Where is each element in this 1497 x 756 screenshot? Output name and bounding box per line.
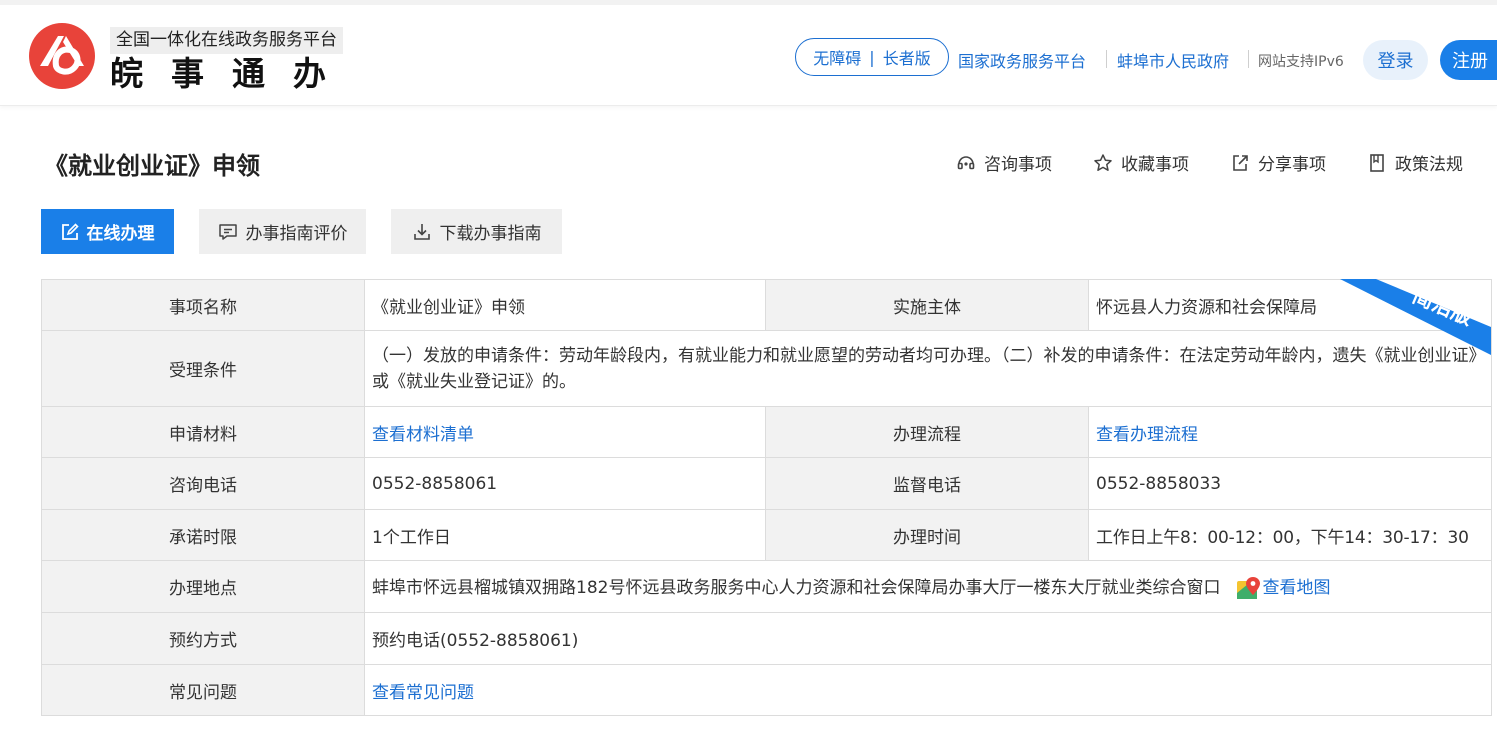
star-icon: [1094, 153, 1112, 171]
edit-icon: [61, 222, 79, 240]
evaluate-guide-button[interactable]: 办事指南评价: [199, 209, 366, 254]
policy-action[interactable]: 政策法规: [1367, 150, 1463, 175]
share-label: 分享事项: [1258, 155, 1326, 175]
table-row: 申请材料 查看材料清单 办理流程 查看办理流程: [41, 406, 1492, 458]
table-row: 咨询电话 0552-8858061 监督电话 0552-8858033: [41, 457, 1492, 510]
subject-label: 实施主体: [765, 279, 1089, 331]
comment-icon: [218, 223, 237, 240]
map-pin-icon[interactable]: [1236, 575, 1262, 601]
table-row: 常见问题 查看常见问题: [41, 664, 1492, 716]
favorite-label: 收藏事项: [1121, 155, 1189, 175]
table-row: 事项名称 《就业创业证》申领 实施主体 怀远县人力资源和社会保障局: [41, 279, 1492, 331]
consult-label: 咨询事项: [984, 155, 1052, 175]
accessibility-link[interactable]: 无障碍: [813, 45, 861, 69]
logo-icon[interactable]: [28, 22, 96, 90]
promise-label: 承诺时限: [41, 509, 365, 561]
brand-name: 皖事通办: [110, 54, 354, 93]
city-government-link[interactable]: 蚌埠市人民政府: [1117, 48, 1229, 72]
table-row: 办理地点 蚌埠市怀远县榴城镇双拥路182号怀远县政务服务中心人力资源和社会保障局…: [41, 560, 1492, 613]
ipv6-notice: 网站支持IPv6: [1258, 54, 1344, 70]
book-icon: [1370, 153, 1384, 172]
materials-label: 申请材料: [41, 406, 365, 458]
policy-label: 政策法规: [1395, 155, 1463, 175]
consult-phone-label: 咨询电话: [41, 457, 365, 510]
site-header: 全国一体化在线政务服务平台 皖事通办 无障碍 | 长者版 国家政务服务平台 蚌埠…: [0, 0, 1497, 106]
faq-label: 常见问题: [41, 664, 365, 716]
share-icon: [1233, 154, 1248, 171]
online-apply-button[interactable]: 在线办理: [41, 209, 174, 254]
download-guide-label: 下载办事指南: [439, 224, 542, 244]
materials-link[interactable]: 查看材料清单: [372, 425, 474, 445]
hours-value: 工作日上午8：00-12：00，下午14：30-17：30: [1088, 509, 1492, 561]
item-name-label: 事项名称: [41, 279, 365, 331]
page-title: 《就业创业证》申领: [44, 152, 260, 180]
supervise-phone-value: 0552-8858033: [1088, 457, 1492, 510]
online-apply-label: 在线办理: [86, 224, 155, 244]
accessibility-switch: 无障碍 | 长者版: [795, 38, 949, 76]
favorite-action[interactable]: 收藏事项: [1093, 150, 1189, 175]
subject-value: 怀远县人力资源和社会保障局: [1088, 279, 1492, 331]
table-row: 预约方式 预约电话(0552-8858061): [41, 612, 1492, 665]
location-label: 办理地点: [41, 560, 365, 613]
register-button[interactable]: 注册: [1440, 40, 1497, 80]
promise-value: 1个工作日: [364, 509, 766, 561]
consult-action[interactable]: 咨询事项: [956, 150, 1052, 175]
download-guide-button[interactable]: 下载办事指南: [391, 209, 562, 254]
download-icon: [413, 223, 430, 240]
location-value: 蚌埠市怀远县榴城镇双拥路182号怀远县政务服务中心人力资源和社会保障局办事大厅一…: [372, 577, 1221, 598]
booking-label: 预约方式: [41, 612, 365, 665]
national-platform-link[interactable]: 国家政务服务平台: [958, 48, 1086, 72]
headset-icon: [957, 155, 975, 169]
platform-slogan: 全国一体化在线政务服务平台: [110, 27, 343, 54]
elder-mode-link[interactable]: 长者版: [883, 45, 931, 69]
supervise-phone-label: 监督电话: [765, 457, 1089, 510]
booking-value: 预约电话(0552-8858061): [364, 612, 1492, 665]
item-info-table: 事项名称 《就业创业证》申领 实施主体 怀远县人力资源和社会保障局 受理条件 （…: [41, 279, 1492, 716]
consult-phone-value: 0552-8858061: [364, 457, 766, 510]
login-button[interactable]: 登录: [1363, 40, 1428, 80]
process-link[interactable]: 查看办理流程: [1096, 425, 1198, 445]
divider: [1106, 50, 1107, 68]
conditions-label: 受理条件: [41, 330, 365, 407]
evaluate-guide-label: 办事指南评价: [245, 224, 348, 244]
map-link[interactable]: 查看地图: [1262, 578, 1330, 598]
faq-link[interactable]: 查看常见问题: [372, 683, 474, 703]
share-action[interactable]: 分享事项: [1230, 150, 1326, 175]
item-name-value: 《就业创业证》申领: [364, 279, 766, 331]
process-label: 办理流程: [765, 406, 1089, 458]
table-row: 受理条件 （一）发放的申请条件：劳动年龄段内，有就业能力和就业愿望的劳动者均可办…: [41, 330, 1492, 407]
table-row: 承诺时限 1个工作日 办理时间 工作日上午8：00-12：00，下午14：30-…: [41, 509, 1492, 561]
conditions-value: （一）发放的申请条件：劳动年龄段内，有就业能力和就业愿望的劳动者均可办理。（二）…: [364, 330, 1492, 407]
location-cell: 蚌埠市怀远县榴城镇双拥路182号怀远县政务服务中心人力资源和社会保障局办事大厅一…: [364, 560, 1492, 613]
divider: [1248, 50, 1249, 68]
hours-label: 办理时间: [765, 509, 1089, 561]
item-actions: 咨询事项 收藏事项 分享事项 政策法规: [956, 150, 1463, 175]
